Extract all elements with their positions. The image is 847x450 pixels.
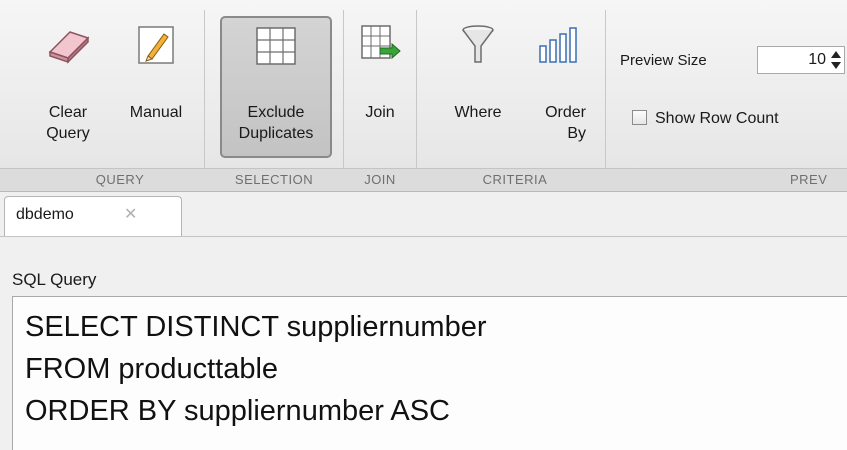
exclude-duplicates-label-2: Duplicates bbox=[238, 125, 314, 142]
sql-query-label: SQL Query bbox=[12, 270, 97, 289]
close-icon[interactable]: ✕ bbox=[124, 204, 137, 224]
section-label-preview: PREV bbox=[790, 172, 828, 187]
separator bbox=[204, 10, 205, 188]
section-label-selection: SELECTION bbox=[234, 172, 314, 187]
separator bbox=[416, 10, 417, 188]
exclude-duplicates-button[interactable]: Exclude Duplicates bbox=[220, 16, 332, 158]
exclude-duplicates-label-1: Exclude bbox=[247, 104, 305, 121]
manual-button[interactable]: Manual bbox=[118, 16, 194, 158]
sql-line: ORDER BY suppliernumber ASC bbox=[25, 395, 450, 427]
clear-query-button[interactable]: Clear Query bbox=[38, 16, 98, 158]
table-grid-icon bbox=[256, 27, 296, 65]
separator bbox=[605, 10, 606, 188]
clear-query-label-1: Clear bbox=[48, 104, 88, 121]
where-label: Where bbox=[454, 104, 502, 121]
clear-query-label-2: Query bbox=[46, 125, 90, 142]
section-label-query: QUERY bbox=[95, 172, 145, 187]
preview-size-label: Preview Size bbox=[620, 52, 707, 69]
where-button[interactable]: Where bbox=[446, 16, 510, 158]
separator bbox=[343, 10, 344, 188]
order-by-button[interactable]: Order By bbox=[526, 16, 590, 158]
show-row-count-label: Show Row Count bbox=[655, 110, 779, 127]
pencil-icon bbox=[138, 26, 174, 64]
toolstrip-section-bar: QUERY SELECTION JOIN CRITERIA PREV bbox=[0, 168, 847, 192]
tab-dbdemo[interactable]: dbdemo ✕ bbox=[4, 196, 182, 236]
bar-chart-icon bbox=[539, 27, 577, 63]
sql-line: SELECT DISTINCT suppliernumber bbox=[25, 311, 487, 343]
order-by-label-1: Order bbox=[545, 104, 586, 121]
show-row-count-checkbox[interactable] bbox=[632, 110, 647, 125]
order-by-label-2: By bbox=[567, 125, 586, 142]
join-label: Join bbox=[365, 104, 395, 121]
join-button[interactable]: Join bbox=[352, 16, 408, 158]
document-tab-row: dbdemo ✕ bbox=[0, 192, 847, 237]
manual-label: Manual bbox=[129, 104, 183, 121]
section-label-join: JOIN bbox=[364, 172, 396, 187]
preview-size-spinner[interactable]: 10 bbox=[757, 46, 845, 74]
show-row-count-row[interactable]: Show Row Count bbox=[632, 110, 779, 128]
toolstrip: Clear Query Manual Exclude Duplicates Jo… bbox=[0, 0, 847, 192]
spinner-arrows-icon[interactable] bbox=[830, 49, 842, 71]
sql-line: FROM producttable bbox=[25, 353, 279, 385]
eraser-icon bbox=[48, 31, 90, 64]
funnel-icon bbox=[462, 25, 494, 63]
tab-label: dbdemo bbox=[16, 206, 74, 223]
preview-size-value: 10 bbox=[808, 51, 826, 68]
sql-query-textarea[interactable]: SELECT DISTINCT suppliernumber FROM prod… bbox=[12, 296, 847, 450]
table-join-icon bbox=[361, 25, 401, 60]
section-label-criteria: CRITERIA bbox=[482, 172, 548, 187]
